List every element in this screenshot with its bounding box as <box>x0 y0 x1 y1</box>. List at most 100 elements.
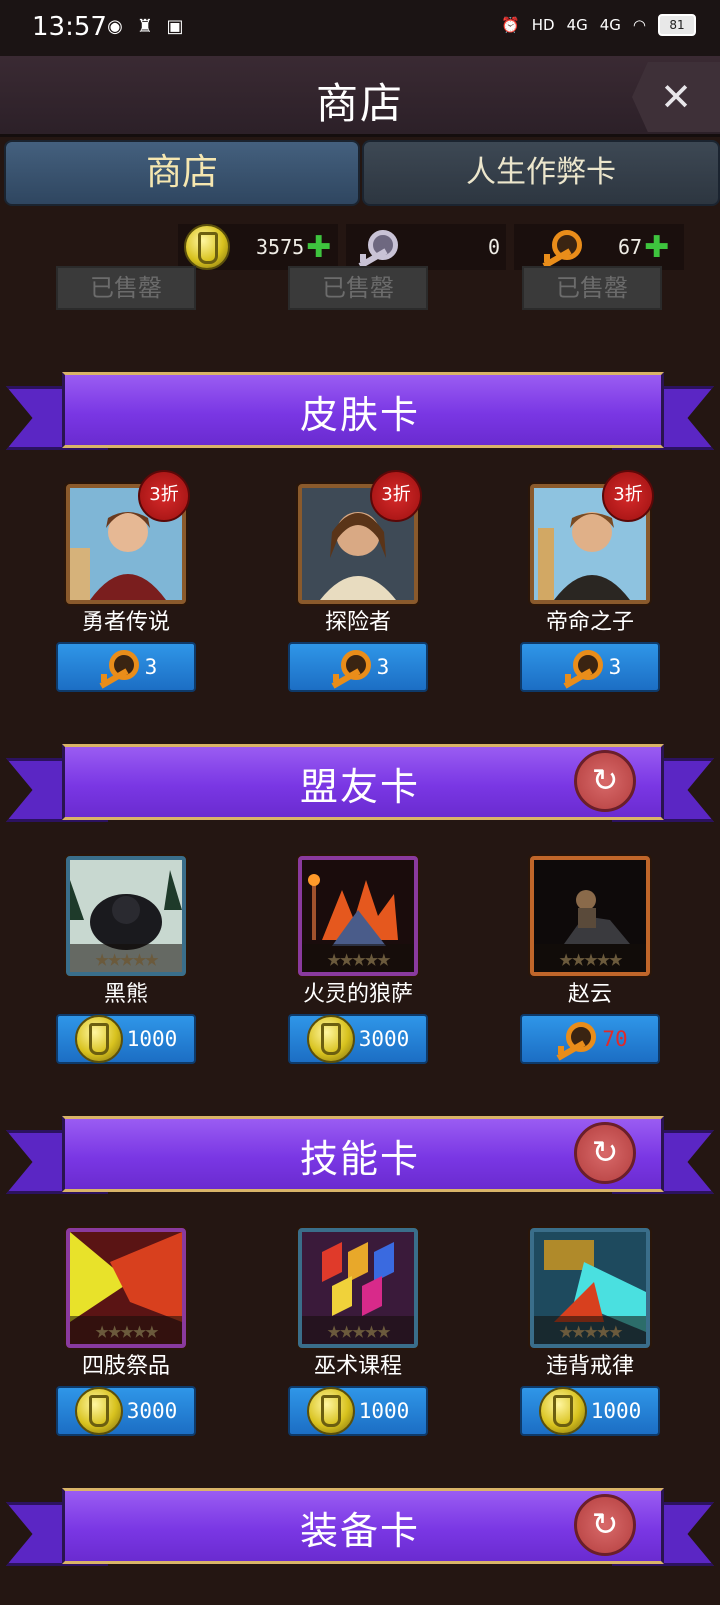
signal-4g-icon: 4G <box>599 16 621 34</box>
wifi-icon: ◠ <box>632 16 646 34</box>
silver-key-icon <box>354 230 400 269</box>
card-name: 赵云 <box>567 982 612 1007</box>
rating-stars: ★★★★★ <box>70 1316 182 1344</box>
gold-coin-value: 3575 <box>256 235 305 259</box>
orange-key-icon <box>538 230 584 269</box>
refresh-button[interactable]: ↻ <box>574 1122 636 1184</box>
gold-coin-icon <box>306 1015 355 1063</box>
refresh-button[interactable]: ↻ <box>574 1494 636 1556</box>
discount-badge: 3折 <box>370 470 422 522</box>
price-button[interactable]: 3 <box>520 642 660 692</box>
shop-card[interactable]: ★★★★★ 赵云 70 <box>490 856 690 1064</box>
gold-coin-icon <box>306 1387 355 1435</box>
rating-stars: ★★★★★ <box>302 944 414 972</box>
soldout-button: 已售罄 <box>522 266 662 310</box>
price-button[interactable]: 3000 <box>56 1386 196 1436</box>
shop-card[interactable]: ★★★★★ 黑熊 1000 <box>26 856 226 1064</box>
price-button[interactable]: 1000 <box>520 1386 660 1436</box>
price-value: 3 <box>144 655 158 679</box>
card-name: 火灵的狼萨 <box>302 982 413 1007</box>
status-bar: 13:57 ◉ ♜ ▣ ⏰ HD 4G 4G ◠ 81 <box>0 0 720 56</box>
price-value: 70 <box>602 1027 628 1051</box>
section-banner-ally: 盟友卡 ↻ <box>0 744 720 834</box>
orange-key-icon <box>559 650 605 689</box>
globe-icon: ◉ <box>107 16 123 37</box>
card-name: 勇者传说 <box>81 610 170 635</box>
shop-card[interactable]: ★★★★★ 四肢祭品 3000 <box>26 1228 226 1436</box>
price-value: 3000 <box>358 1027 410 1051</box>
add-key-button[interactable]: ✚ <box>644 230 669 265</box>
gold-coin-icon <box>538 1387 587 1435</box>
signal-4g-icon: 4G <box>566 16 588 34</box>
section-banner-equipment: 装备卡 ↻ <box>0 1488 720 1578</box>
tab-cheat-cards[interactable]: 人生作弊卡 <box>362 140 720 206</box>
ally-portrait: ★★★★★ <box>66 856 186 976</box>
skill-portrait: ★★★★★ <box>530 1228 650 1348</box>
section-title: 皮肤卡 <box>299 393 420 437</box>
ally-portrait: ★★★★★ <box>530 856 650 976</box>
card-name: 巫术课程 <box>313 1354 402 1379</box>
skill-portrait: ★★★★★ <box>66 1228 186 1348</box>
gold-coin-currency: 3575 ✚ <box>184 222 331 272</box>
price-value: 1000 <box>126 1027 178 1051</box>
skill-portrait: ★★★★★ <box>298 1228 418 1348</box>
price-value: 1000 <box>358 1399 410 1423</box>
status-time: 13:57 <box>32 12 107 42</box>
gold-coin-icon <box>74 1015 123 1063</box>
discount-badge: 3折 <box>602 470 654 522</box>
soldout-button: 已售罄 <box>56 266 196 310</box>
orange-key-icon <box>552 1022 598 1061</box>
section-banner-skill: 技能卡 ↻ <box>0 1116 720 1206</box>
shop-header: 商店 ✕ <box>0 56 720 137</box>
add-coin-button[interactable]: ✚ <box>306 230 331 265</box>
shop-card[interactable]: ★★★★★ 火灵的狼萨 3000 <box>258 856 458 1064</box>
rating-stars: ★★★★★ <box>534 944 646 972</box>
close-button[interactable]: ✕ <box>632 62 720 132</box>
orange-key-value: 67 <box>618 235 643 259</box>
price-button[interactable]: 1000 <box>56 1014 196 1064</box>
shop-card[interactable]: ★★★★★ 违背戒律 1000 <box>490 1228 690 1436</box>
alarm-icon: ⏰ <box>501 16 520 34</box>
rating-stars: ★★★★★ <box>70 944 182 972</box>
gallery-icon: ▣ <box>166 16 184 37</box>
silver-key-currency: 0 <box>354 222 500 272</box>
price-value: 3000 <box>126 1399 178 1423</box>
soldout-button: 已售罄 <box>288 266 428 310</box>
page-title: 商店 <box>315 79 404 128</box>
card-name: 四肢祭品 <box>81 1354 170 1379</box>
tab-bar: 商店 人生作弊卡 <box>0 140 720 206</box>
shop-card[interactable]: ★★★★★ 巫术课程 1000 <box>258 1228 458 1436</box>
orange-key-icon <box>327 650 373 689</box>
price-value: 3 <box>376 655 390 679</box>
tab-shop[interactable]: 商店 <box>4 140 360 206</box>
refresh-button[interactable]: ↻ <box>574 750 636 812</box>
price-button[interactable]: 70 <box>520 1014 660 1064</box>
hd-icon: HD <box>531 16 555 34</box>
price-value: 1000 <box>590 1399 642 1423</box>
gold-coin-icon <box>74 1387 123 1435</box>
card-name: 探险者 <box>324 610 391 635</box>
price-button[interactable]: 1000 <box>288 1386 428 1436</box>
orange-key-currency: 67 ✚ <box>538 222 669 272</box>
silver-key-value: 0 <box>488 235 501 259</box>
orange-key-icon <box>95 650 141 689</box>
price-button[interactable]: 3 <box>56 642 196 692</box>
gold-coin-icon <box>184 224 230 270</box>
qq-icon: ♜ <box>136 16 154 37</box>
shop-card[interactable]: 3折 帝命之子 3 <box>490 470 690 692</box>
rating-stars: ★★★★★ <box>302 1316 414 1344</box>
price-value: 3 <box>608 655 622 679</box>
price-button[interactable]: 3 <box>288 642 428 692</box>
card-name: 黑熊 <box>103 982 148 1007</box>
card-name: 违背戒律 <box>545 1354 634 1379</box>
rating-stars: ★★★★★ <box>534 1316 646 1344</box>
card-name: 帝命之子 <box>545 610 634 635</box>
discount-badge: 3折 <box>138 470 190 522</box>
price-button[interactable]: 3000 <box>288 1014 428 1064</box>
ally-portrait: ★★★★★ <box>298 856 418 976</box>
section-banner-skin: 皮肤卡 <box>0 372 720 462</box>
shop-card[interactable]: 3折 探险者 3 <box>258 470 458 692</box>
battery-icon: 81 <box>658 14 696 36</box>
status-icons: ⏰ HD 4G 4G ◠ 81 <box>501 14 696 36</box>
shop-card[interactable]: 3折 勇者传说 3 <box>26 470 226 692</box>
